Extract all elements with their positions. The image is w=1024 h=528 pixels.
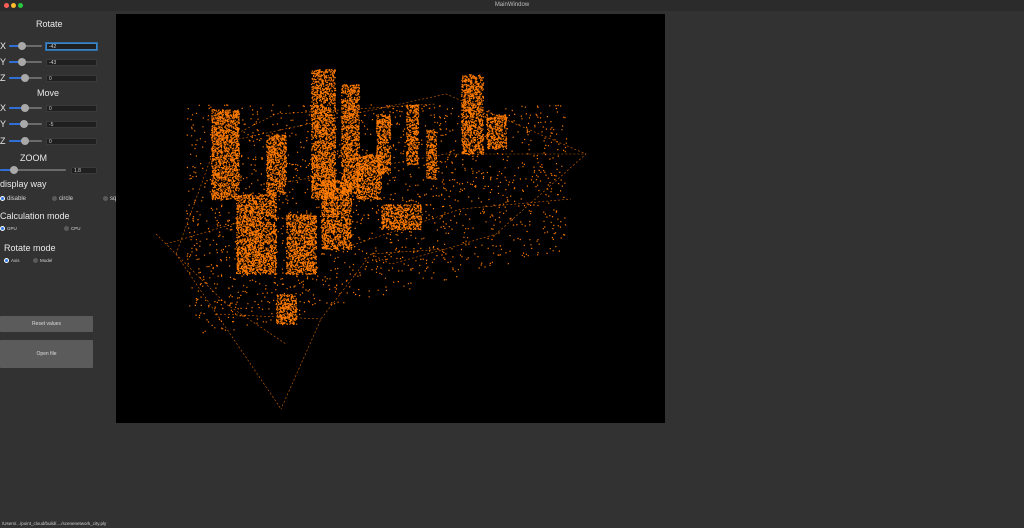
zoom-slider[interactable] bbox=[0, 165, 66, 175]
point-cloud-render bbox=[155, 69, 587, 410]
rotate-mode-heading: Rotate mode bbox=[4, 243, 56, 253]
zoom-heading: ZOOM bbox=[20, 153, 47, 163]
move-y-input[interactable]: -5 bbox=[46, 121, 97, 128]
rotate-x-label: X bbox=[0, 41, 7, 51]
rotate-y-slider[interactable] bbox=[9, 57, 42, 67]
rotate-heading: Rotate bbox=[36, 19, 63, 29]
control-panel: Rotate X -42 Y -43 Z 0 Move X 0 Y -5 Z 0… bbox=[0, 11, 128, 511]
zoom-input[interactable]: 1.8 bbox=[71, 167, 97, 174]
slider-handle[interactable] bbox=[20, 120, 28, 128]
display-way-disable-radio[interactable]: disable bbox=[0, 195, 26, 203]
point-cloud-viewport[interactable] bbox=[116, 14, 665, 423]
rotate-y-input[interactable]: -43 bbox=[46, 59, 97, 66]
move-x-slider[interactable] bbox=[9, 103, 42, 113]
slider-handle[interactable] bbox=[21, 104, 29, 112]
move-z-label: Z bbox=[0, 136, 6, 146]
reset-values-button[interactable]: Reset values bbox=[0, 316, 93, 332]
status-bar: /Users/.../point_cloud/build/..../scenen… bbox=[2, 521, 107, 526]
open-file-button[interactable]: Open file bbox=[0, 340, 93, 368]
move-y-label: Y bbox=[0, 119, 7, 129]
rotate-z-input[interactable]: 0 bbox=[46, 75, 97, 82]
rotate-mode-axis-radio[interactable]: Axis bbox=[4, 257, 20, 265]
rotate-x-slider[interactable] bbox=[9, 41, 42, 51]
display-way-circle-radio[interactable]: circle bbox=[52, 195, 73, 203]
move-y-slider[interactable] bbox=[9, 119, 42, 129]
calculation-mode-gpu-radio[interactable]: GPU bbox=[0, 225, 17, 233]
rotate-z-slider[interactable] bbox=[9, 73, 42, 83]
rotate-y-label: Y bbox=[0, 57, 7, 67]
display-way-heading: display way bbox=[0, 179, 47, 189]
rotate-z-label: Z bbox=[0, 73, 6, 83]
slider-handle[interactable] bbox=[21, 137, 29, 145]
title-bar: MainWindow bbox=[0, 0, 1024, 11]
calculation-mode-cpu-radio[interactable]: CPU bbox=[64, 225, 81, 233]
move-z-slider[interactable] bbox=[9, 136, 42, 146]
calculation-mode-heading: Calculation mode bbox=[0, 211, 70, 221]
slider-handle[interactable] bbox=[10, 166, 18, 174]
move-heading: Move bbox=[37, 88, 60, 98]
slider-handle[interactable] bbox=[18, 42, 26, 50]
slider-handle[interactable] bbox=[18, 58, 26, 66]
move-z-input[interactable]: 0 bbox=[46, 138, 97, 145]
rotate-mode-model-radio[interactable]: Model bbox=[33, 257, 52, 265]
slider-handle[interactable] bbox=[21, 74, 29, 82]
move-x-input[interactable]: 0 bbox=[46, 105, 97, 112]
rotate-x-input[interactable]: -42 bbox=[46, 43, 97, 50]
window-title: MainWindow bbox=[494, 2, 530, 8]
move-x-label: X bbox=[0, 103, 7, 113]
